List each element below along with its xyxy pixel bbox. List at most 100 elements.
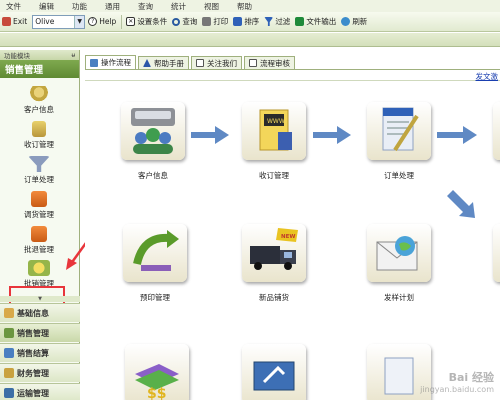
- sidebar-scroll-handle[interactable]: ▼: [0, 296, 80, 302]
- help-label: Help: [99, 17, 117, 26]
- exit-button[interactable]: Exit: [2, 17, 27, 26]
- basic-info-icon: [4, 308, 14, 318]
- tab-label: 关注我们: [207, 58, 237, 68]
- export-button[interactable]: 文件输出: [295, 16, 336, 27]
- theme-value: Olive: [35, 17, 55, 26]
- sidebar-item-label: 订单处理: [24, 175, 54, 184]
- flow-arrow-2: [313, 126, 351, 144]
- tab-label: 流程审核: [260, 58, 290, 68]
- filter-button[interactable]: 过滤: [264, 16, 290, 27]
- sidebar-item-transfer[interactable]: 调货管理: [0, 191, 78, 220]
- settings-label: 设置条件: [137, 17, 168, 26]
- flow-arrow-1: [191, 126, 229, 144]
- header-link[interactable]: 发文激: [476, 71, 499, 82]
- transport-icon: [4, 388, 14, 398]
- flow-arrow-4: [447, 190, 475, 218]
- sidebar-item-customer-info[interactable]: 客户信息: [0, 86, 78, 115]
- ribbon-bar: [0, 33, 500, 47]
- settings-button[interactable]: ✕ 设置条件: [126, 16, 167, 27]
- menu-file[interactable]: 文件: [6, 1, 21, 12]
- toolbar: Exit Olive ▼ ? Help ✕ 设置条件 查询 打印 排序 过滤 文…: [0, 12, 500, 32]
- review-icon: [249, 59, 257, 67]
- settings-grid-icon: ✕: [126, 17, 136, 26]
- flow-arrow-3: [437, 126, 477, 144]
- refresh-label: 刷新: [352, 17, 368, 26]
- export-label: 文件输出: [306, 17, 337, 26]
- sidebar-item-order-receive[interactable]: 收订管理: [0, 121, 78, 150]
- tab-label: 帮助手册: [154, 58, 184, 68]
- sidebar-category-transport[interactable]: 运输管理: [0, 383, 80, 400]
- category-label: 基础信息: [17, 308, 49, 318]
- sidebar-title: 销售管理: [0, 60, 79, 78]
- sales-icon: [28, 260, 50, 276]
- sidebar: 功能模块 ᵾ 销售管理 客户信息 收订管理 订单处理 调货管理 批退管理 批销管…: [0, 50, 80, 400]
- help-button[interactable]: ? Help: [88, 17, 116, 26]
- sidebar-category-sales-settlement[interactable]: 销售结算: [0, 343, 80, 362]
- customer-icon: [28, 86, 50, 102]
- category-label: 销售管理: [17, 328, 49, 338]
- menu-help[interactable]: 帮助: [237, 1, 252, 12]
- sidebar-item-label: 客户信息: [24, 105, 54, 114]
- print-label: 打印: [213, 17, 229, 26]
- menu-function[interactable]: 功能: [72, 1, 87, 12]
- query-button[interactable]: 查询: [172, 16, 197, 27]
- flow-arrows: [191, 126, 477, 218]
- tab-follow-us[interactable]: 关注我们: [191, 56, 242, 69]
- flow-canvas: 客户信息 WWW 收订管理 订单处理 预印管理 NEW 新品铺货 发样计划 $$…: [85, 82, 500, 400]
- watermark-main: Bai 经验: [448, 371, 494, 384]
- sort-label: 排序: [244, 17, 260, 26]
- settlement-icon: [4, 348, 14, 358]
- tab-bar: 操作流程 帮助手册 关注我们 流程审核: [85, 55, 500, 69]
- sidebar-item-list: 客户信息 收订管理 订单处理 调货管理 批退管理 批销管理: [0, 78, 79, 322]
- sidebar-item-label: 收订管理: [24, 140, 54, 149]
- menu-query[interactable]: 查询: [138, 1, 153, 12]
- toolbar-separator: [121, 14, 123, 29]
- receive-icon: [32, 121, 46, 137]
- sidebar-header-label: 功能模块: [4, 52, 30, 60]
- category-label: 财务管理: [17, 368, 49, 378]
- sidebar-item-label: 调货管理: [24, 210, 54, 219]
- sales-management-icon: [4, 328, 14, 338]
- menu-bar: 文件 编辑 功能 通用 查询 统计 视图 帮助: [0, 0, 500, 12]
- sort-button[interactable]: 排序: [233, 16, 259, 27]
- box-upload-icon: [31, 191, 47, 207]
- sort-icon: [233, 17, 243, 26]
- sidebar-category-sales-management[interactable]: 销售管理: [0, 323, 80, 342]
- menu-general[interactable]: 通用: [105, 1, 120, 12]
- exit-label: Exit: [13, 17, 28, 26]
- watermark: Bai 经验 jingyan.baidu.com: [420, 369, 494, 394]
- sidebar-category-finance[interactable]: 财务管理: [0, 363, 80, 382]
- chevron-down-icon: ▼: [74, 15, 85, 28]
- menu-statistics[interactable]: 统计: [171, 1, 186, 12]
- query-label: 查询: [182, 17, 198, 26]
- filter-label: 过滤: [275, 17, 291, 26]
- printer-icon: [202, 17, 212, 26]
- refresh-icon: [341, 17, 351, 26]
- sidebar-category-basic-info[interactable]: 基础信息: [0, 303, 80, 322]
- filter-icon: [264, 17, 274, 26]
- sidebar-item-batch-return[interactable]: 批退管理: [0, 226, 78, 255]
- box-return-icon: [31, 226, 47, 242]
- finance-icon: [4, 368, 14, 378]
- menu-view[interactable]: 视图: [204, 1, 219, 12]
- flow-tab-icon: [90, 58, 98, 67]
- print-button[interactable]: 打印: [202, 16, 228, 27]
- help-manual-icon: [143, 59, 151, 67]
- tab-help-manual[interactable]: 帮助手册: [138, 56, 189, 69]
- sidebar-item-label: 批退管理: [24, 245, 54, 254]
- pin-icon[interactable]: ᵾ: [71, 51, 75, 59]
- link-bar: 发文激: [85, 69, 500, 81]
- watermark-sub: jingyan.baidu.com: [420, 385, 494, 394]
- sidebar-item-batch-sales[interactable]: 批销管理: [0, 260, 78, 289]
- category-label: 运输管理: [17, 388, 49, 398]
- magnifier-icon: [172, 17, 181, 26]
- follow-icon: [196, 59, 204, 67]
- menu-edit[interactable]: 编辑: [39, 1, 54, 12]
- exit-icon: [2, 17, 11, 26]
- theme-select[interactable]: Olive ▼: [32, 14, 86, 29]
- help-icon: ?: [88, 17, 98, 26]
- refresh-button[interactable]: 刷新: [341, 16, 367, 27]
- sidebar-item-order-process[interactable]: 订单处理: [0, 156, 78, 185]
- tab-flow-review[interactable]: 流程审核: [244, 56, 295, 69]
- tab-operation-flow[interactable]: 操作流程: [85, 55, 136, 69]
